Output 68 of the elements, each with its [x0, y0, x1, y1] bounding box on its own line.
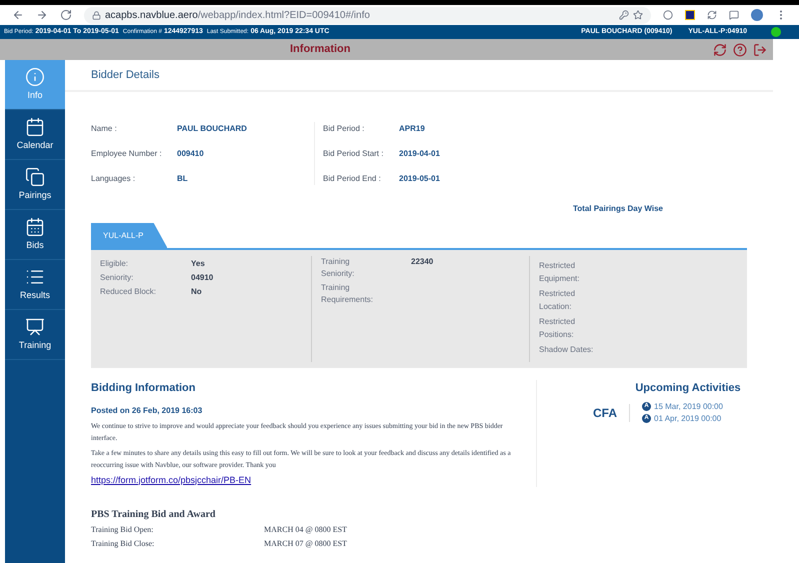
field-value: BL — [177, 172, 188, 184]
field-value: No — [191, 286, 202, 298]
form-link[interactable]: https://form.jotform.co/pbsjcchair/PB-EN — [91, 474, 252, 487]
field-label: Languages : — [91, 172, 136, 184]
field-label: Shadow Dates: — [539, 344, 594, 356]
page-title: Information — [290, 42, 350, 58]
field-value: 04910 — [191, 272, 214, 284]
field-label: Restricted Equipment: — [539, 260, 580, 285]
chart-title: Total Pairings Day Wise — [572, 203, 663, 215]
sidebar-label: Info — [27, 88, 42, 102]
back-icon[interactable] — [12, 9, 24, 21]
field-value: 2019-05-01 — [399, 172, 440, 184]
sidebar-label: Training — [18, 338, 52, 352]
sidebar-label: Results — [20, 288, 50, 302]
stacked-squares-icon — [25, 166, 45, 187]
field-label: Training Requirements: — [321, 282, 374, 306]
field-label: Restricted Location: — [539, 288, 576, 313]
field-label: Name : — [91, 122, 118, 134]
field-label: Reduced Block: — [100, 286, 158, 298]
sidebar-label: Pairings — [18, 188, 52, 202]
section-title: Bidding Information — [91, 381, 196, 396]
help-icon[interactable] — [733, 42, 747, 56]
star-icon[interactable] — [633, 10, 643, 20]
refresh-icon[interactable] — [713, 42, 727, 56]
field-value: Yes — [191, 258, 205, 270]
field-label: Training Seniority: — [321, 256, 356, 280]
lock-icon — [92, 10, 101, 20]
training-value: MARCH 04 @ 0800 EST — [264, 524, 347, 536]
activity-date: 01 Apr, 2019 00:00 — [654, 412, 722, 424]
training-value: MARCH 07 @ 0800 EST — [264, 538, 347, 550]
field-label: Employee Number : — [91, 148, 163, 160]
logout-icon[interactable] — [753, 42, 767, 56]
activity-code: CFA — [593, 404, 630, 422]
section-title: Upcoming Activities — [635, 381, 741, 396]
sidebar-label: Bids — [26, 238, 44, 252]
section-title: PBS Training Bid and Award — [91, 508, 216, 522]
field-value: 009410 — [177, 148, 204, 160]
section-title: Bidder Details — [91, 68, 160, 83]
field-value: APR19 — [399, 122, 425, 134]
address-bar[interactable]: acapbs.navblue.aero/webapp/index.html?EID=009410#/info — [84, 6, 651, 24]
presenter-board-icon — [25, 316, 45, 337]
field-value: 2019-04-01 — [399, 148, 440, 160]
forward-icon[interactable] — [36, 9, 48, 21]
info-icon — [25, 66, 45, 87]
field-value: PAUL BOUCHARD — [177, 122, 247, 134]
reload-icon[interactable] — [60, 9, 72, 21]
activity-date: 15 Mar, 2019 00:00 — [654, 400, 723, 412]
field-label: Bid Period : — [323, 122, 366, 134]
field-label: Seniority: — [100, 272, 134, 284]
field-label: Eligible: — [100, 258, 130, 270]
url-text: acapbs.navblue.aero/webapp/index.html?EID=009410#/info — [105, 8, 370, 22]
sidebar-item[interactable]: Calendar — [5, 110, 65, 160]
field-label: Restricted Positions: — [539, 316, 576, 341]
training-label: Training Bid Open: — [91, 524, 154, 536]
sidebar-item[interactable]: Pairings — [5, 160, 65, 210]
sidebar-item[interactable]: Training — [5, 310, 65, 360]
field-value: 22340 — [411, 256, 434, 268]
calendar-icon — [25, 116, 45, 137]
field-label: Bid Period End : — [323, 172, 382, 184]
posted-date: Posted on 26 Feb, 2019 16:03 — [91, 404, 204, 416]
sidebar-item[interactable]: Results — [5, 260, 65, 310]
key-icon — [619, 10, 629, 20]
profile-avatar[interactable] — [751, 9, 763, 21]
training-label: Training Bid Close: — [91, 538, 156, 550]
sidebar-label: Calendar — [16, 138, 54, 152]
calendar-icon — [25, 216, 45, 237]
field-label: Bid Period Start : — [323, 148, 384, 160]
sidebar-item[interactable]: Bids — [5, 210, 65, 260]
